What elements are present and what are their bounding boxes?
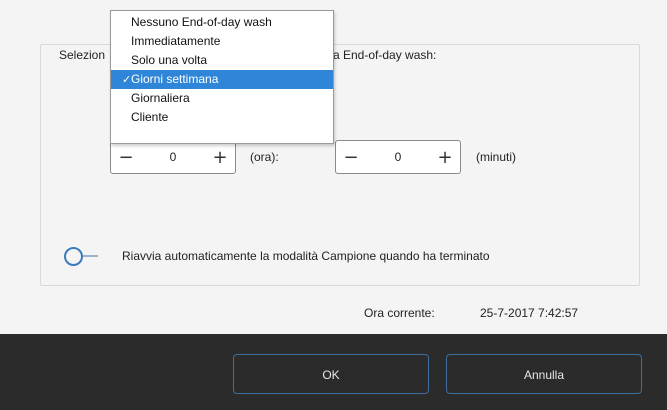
auto-restart-label: Riavvia automaticamente la modalità Camp… bbox=[122, 249, 490, 263]
toggle-knob bbox=[64, 247, 83, 266]
current-time-label: Ora corrente: bbox=[364, 306, 435, 320]
auto-restart-toggle[interactable] bbox=[64, 246, 98, 266]
minutes-unit-label: (minuti) bbox=[476, 150, 517, 164]
wash-schedule-dropdown-list: Nessuno End-of-day wash Immediatamente S… bbox=[110, 10, 334, 144]
hours-unit-label: (ora): bbox=[250, 150, 279, 164]
end-of-day-wash-dialog: Selezion a End-of-day wash: − 0 + (ora):… bbox=[0, 0, 667, 410]
option-label: Immediatamente bbox=[131, 34, 221, 48]
ok-button[interactable]: OK bbox=[233, 354, 429, 394]
option-label: Nessuno End-of-day wash bbox=[131, 15, 272, 29]
dropdown-option-selected[interactable]: ✓ Giorni settimana bbox=[111, 70, 333, 89]
minutes-stepper[interactable]: − 0 + bbox=[335, 140, 461, 174]
option-label: Giornaliera bbox=[131, 91, 190, 105]
minutes-increment-button[interactable]: + bbox=[430, 147, 460, 168]
group-label-right: a End-of-day wash: bbox=[330, 48, 440, 62]
dropdown-option[interactable]: Giornaliera bbox=[111, 89, 333, 108]
hours-value[interactable]: 0 bbox=[141, 150, 205, 164]
checkmark-icon: ✓ bbox=[122, 73, 132, 86]
cancel-button[interactable]: Annulla bbox=[446, 354, 642, 394]
hours-stepper[interactable]: − 0 + bbox=[110, 140, 236, 174]
hours-decrement-button[interactable]: − bbox=[111, 147, 141, 168]
dropdown-option[interactable]: Immediatamente bbox=[111, 32, 333, 51]
dropdown-option[interactable]: Solo una volta bbox=[111, 51, 333, 70]
option-label: Giorni settimana bbox=[131, 72, 219, 86]
dropdown-option[interactable]: Cliente bbox=[111, 108, 333, 127]
group-label-left: Selezion bbox=[56, 48, 109, 62]
dropdown-option[interactable]: Nessuno End-of-day wash bbox=[111, 13, 333, 32]
option-label: Solo una volta bbox=[131, 53, 208, 67]
option-label: Cliente bbox=[131, 110, 169, 124]
current-time-value: 25-7-2017 7:42:57 bbox=[480, 306, 579, 320]
hours-increment-button[interactable]: + bbox=[205, 147, 235, 168]
minutes-value[interactable]: 0 bbox=[366, 150, 430, 164]
minutes-decrement-button[interactable]: − bbox=[336, 147, 366, 168]
